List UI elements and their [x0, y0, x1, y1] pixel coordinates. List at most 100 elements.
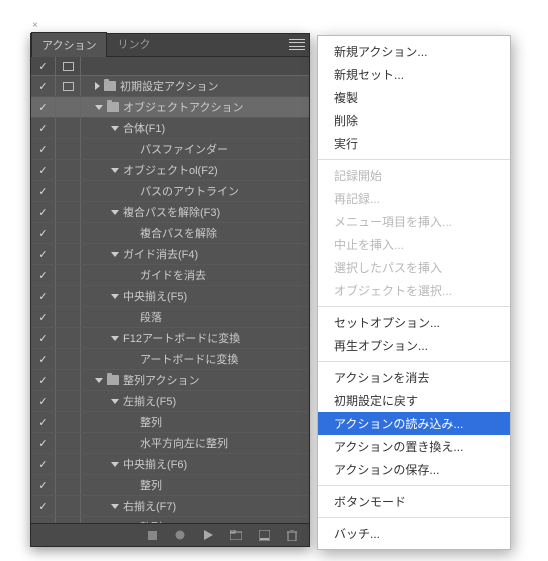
menu-item[interactable]: アクションの置き換え...: [318, 435, 510, 458]
tree-row[interactable]: ✓整列アクション: [31, 370, 309, 391]
action-tree[interactable]: ✓初期設定アクション✓オブジェクトアクション✓合体(F1)✓パスファインダー✓オ…: [31, 76, 309, 526]
menu-item[interactable]: ボタンモード: [318, 490, 510, 513]
header-toggle-col[interactable]: ✓: [31, 57, 56, 75]
new-set-icon[interactable]: [229, 528, 243, 542]
header-dialog-col[interactable]: [56, 57, 81, 75]
toggle-checkbox[interactable]: ✓: [31, 160, 56, 180]
stop-icon[interactable]: [145, 528, 159, 542]
dialog-toggle[interactable]: [56, 202, 81, 222]
toggle-checkbox[interactable]: ✓: [31, 181, 56, 201]
tree-row[interactable]: ✓合体(F1): [31, 118, 309, 139]
toggle-checkbox[interactable]: ✓: [31, 307, 56, 327]
tree-row[interactable]: ✓中央揃え(F6): [31, 454, 309, 475]
disclosure-triangle-icon[interactable]: [111, 252, 119, 257]
toggle-checkbox[interactable]: ✓: [31, 202, 56, 222]
disclosure-triangle-icon[interactable]: [111, 168, 119, 173]
tree-row[interactable]: ✓パスのアウトライン: [31, 181, 309, 202]
dialog-toggle[interactable]: [56, 349, 81, 369]
menu-item[interactable]: 削除: [318, 109, 510, 132]
toggle-checkbox[interactable]: ✓: [31, 286, 56, 306]
toggle-checkbox[interactable]: ✓: [31, 223, 56, 243]
toggle-checkbox[interactable]: ✓: [31, 139, 56, 159]
toggle-checkbox[interactable]: ✓: [31, 370, 56, 390]
tree-row[interactable]: ✓整列: [31, 412, 309, 433]
dialog-toggle[interactable]: [56, 454, 81, 474]
tree-row[interactable]: ✓F12アートボードに変換: [31, 328, 309, 349]
tree-row[interactable]: ✓アートボードに変換: [31, 349, 309, 370]
menu-item[interactable]: 新規アクション...: [318, 40, 510, 63]
play-icon[interactable]: [201, 528, 215, 542]
menu-item[interactable]: セットオプション...: [318, 311, 510, 334]
menu-item[interactable]: 新規セット...: [318, 63, 510, 86]
menu-item[interactable]: バッチ...: [318, 522, 510, 545]
disclosure-triangle-icon[interactable]: [111, 294, 119, 299]
disclosure-triangle-icon[interactable]: [111, 399, 119, 404]
toggle-checkbox[interactable]: ✓: [31, 412, 56, 432]
menu-item[interactable]: アクションの読み込み...: [318, 412, 510, 435]
disclosure-triangle-icon[interactable]: [95, 378, 103, 383]
tree-row[interactable]: ✓中央揃え(F5): [31, 286, 309, 307]
dialog-toggle[interactable]: [56, 328, 81, 348]
dialog-toggle[interactable]: [56, 139, 81, 159]
toggle-checkbox[interactable]: ✓: [31, 391, 56, 411]
toggle-checkbox[interactable]: ✓: [31, 265, 56, 285]
disclosure-triangle-icon[interactable]: [95, 105, 103, 110]
record-icon[interactable]: [173, 528, 187, 542]
tree-row[interactable]: ✓複合パスを解除(F3): [31, 202, 309, 223]
tree-row[interactable]: ✓パスファインダー: [31, 139, 309, 160]
toggle-checkbox[interactable]: ✓: [31, 454, 56, 474]
panel-close[interactable]: ×: [32, 20, 38, 31]
dialog-toggle[interactable]: [56, 265, 81, 285]
menu-item[interactable]: 再生オプション...: [318, 334, 510, 357]
tree-row[interactable]: ✓初期設定アクション: [31, 76, 309, 97]
toggle-checkbox[interactable]: ✓: [31, 328, 56, 348]
toggle-checkbox[interactable]: ✓: [31, 349, 56, 369]
disclosure-triangle-icon[interactable]: [111, 504, 119, 509]
tree-row[interactable]: ✓複合パスを解除: [31, 223, 309, 244]
tree-row[interactable]: ✓左揃え(F5): [31, 391, 309, 412]
tree-row[interactable]: ✓整列: [31, 475, 309, 496]
dialog-toggle[interactable]: [56, 286, 81, 306]
dialog-toggle[interactable]: [56, 160, 81, 180]
menu-item[interactable]: アクションの保存...: [318, 458, 510, 481]
disclosure-triangle-icon[interactable]: [95, 82, 100, 90]
tree-row[interactable]: ✓オブジェクトol(F2): [31, 160, 309, 181]
dialog-toggle[interactable]: [56, 412, 81, 432]
tab-actions[interactable]: アクション: [31, 32, 107, 57]
panel-menu-icon[interactable]: [289, 38, 305, 51]
dialog-toggle[interactable]: [56, 433, 81, 453]
tree-row[interactable]: ✓右揃え(F7): [31, 496, 309, 517]
menu-item[interactable]: 実行: [318, 132, 510, 155]
dialog-toggle[interactable]: [56, 475, 81, 495]
dialog-toggle[interactable]: [56, 76, 81, 96]
menu-item[interactable]: アクションを消去: [318, 366, 510, 389]
dialog-toggle[interactable]: [56, 370, 81, 390]
new-action-icon[interactable]: [257, 528, 271, 542]
trash-icon[interactable]: [285, 528, 299, 542]
dialog-toggle[interactable]: [56, 118, 81, 138]
dialog-toggle[interactable]: [56, 223, 81, 243]
menu-item[interactable]: 初期設定に戻す: [318, 389, 510, 412]
menu-item[interactable]: 複製: [318, 86, 510, 109]
disclosure-triangle-icon[interactable]: [111, 336, 119, 341]
disclosure-triangle-icon[interactable]: [111, 126, 119, 131]
toggle-checkbox[interactable]: ✓: [31, 433, 56, 453]
toggle-checkbox[interactable]: ✓: [31, 496, 56, 516]
disclosure-triangle-icon[interactable]: [111, 462, 119, 467]
tab-links[interactable]: リンク: [107, 32, 160, 56]
tree-row[interactable]: ✓オブジェクトアクション: [31, 97, 309, 118]
dialog-toggle[interactable]: [56, 496, 81, 516]
tree-row[interactable]: ✓段落: [31, 307, 309, 328]
toggle-checkbox[interactable]: ✓: [31, 76, 56, 96]
dialog-toggle[interactable]: [56, 97, 81, 117]
toggle-checkbox[interactable]: ✓: [31, 475, 56, 495]
toggle-checkbox[interactable]: ✓: [31, 118, 56, 138]
dialog-toggle[interactable]: [56, 181, 81, 201]
tree-row[interactable]: ✓ガイドを消去: [31, 265, 309, 286]
dialog-toggle[interactable]: [56, 307, 81, 327]
tree-row[interactable]: ✓ガイド消去(F4): [31, 244, 309, 265]
tree-row[interactable]: ✓水平方向左に整列: [31, 433, 309, 454]
toggle-checkbox[interactable]: ✓: [31, 97, 56, 117]
disclosure-triangle-icon[interactable]: [111, 210, 119, 215]
dialog-toggle[interactable]: [56, 391, 81, 411]
